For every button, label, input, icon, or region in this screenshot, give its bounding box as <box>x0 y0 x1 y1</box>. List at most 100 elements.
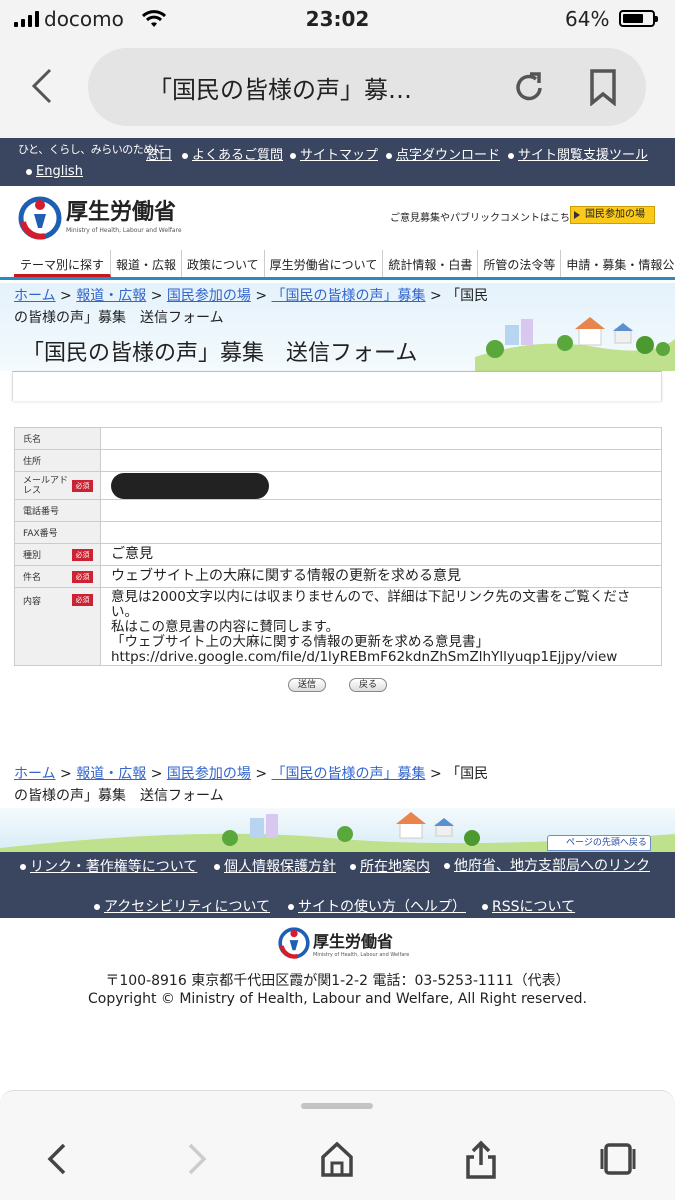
tagline: ひと、くらし、みらいのために <box>18 143 165 156</box>
form-row-phone: 電話番号 <box>14 499 662 522</box>
bullet-icon <box>288 904 294 910</box>
tab-title: 「国民の皆様の声」募… <box>148 76 412 104</box>
subject-field[interactable]: ウェブサイト上の大麻に関する情報の更新を求める意見 <box>100 565 662 588</box>
footer-link-privacy[interactable]: 個人情報保護方針 <box>214 856 336 876</box>
breadcrumb-home[interactable]: ホーム <box>14 288 56 304</box>
home-icon[interactable] <box>320 1139 354 1179</box>
address-field[interactable] <box>100 449 662 472</box>
back-arrow-icon[interactable] <box>44 1139 70 1179</box>
bullet-icon <box>444 863 450 869</box>
bullet-icon <box>94 904 100 910</box>
field-label: 種別 <box>23 551 42 561</box>
field-label: 内容 <box>23 597 42 607</box>
breadcrumb-current: 「国民 <box>446 766 489 782</box>
global-nav: テーマ別に探す 報道・広報 政策について 厚生労働省について 統計情報・白書 所… <box>0 250 675 280</box>
footer-nav: リンク・著作権等について 個人情報保護方針 所在地案内 他府省、地方支部局へのリ… <box>0 852 675 918</box>
content-field[interactable]: 意見は2000文字以内には収まりませんので、詳細は下記リンク先の文書をご覧くださ… <box>100 587 662 666</box>
footer-logo-english: Ministry of Health, Labour and Welfare <box>313 952 410 958</box>
battery-icon <box>619 10 658 27</box>
share-icon[interactable] <box>464 1139 498 1181</box>
nav-theme[interactable]: テーマ別に探す <box>14 250 112 277</box>
field-label-cell: メールアドレス 必須 <box>14 471 101 500</box>
email-field[interactable] <box>100 471 662 500</box>
footer-link-copyright[interactable]: リンク・著作権等について <box>20 856 197 876</box>
breadcrumb-participation[interactable]: 国民参加の場 <box>167 766 251 782</box>
submission-form: 氏名 住所 メールアドレス 必須 電話番号 FAX番号 種別 必須 ご意見 件名 必須… <box>14 427 662 666</box>
battery-percent: 64% <box>565 7 610 31</box>
town-illustration <box>475 317 675 371</box>
bullet-icon <box>508 152 514 159</box>
required-badge: 必須 <box>72 479 93 492</box>
form-row-content: 内容 必須 意見は2000文字以内には収まりませんので、詳細は下記リンク先の文書を… <box>14 587 662 666</box>
breadcrumb-press[interactable]: 報道・広報 <box>76 766 146 782</box>
back-button[interactable]: 戻る <box>349 678 387 692</box>
bullet-icon <box>350 864 356 870</box>
redaction-mark <box>111 472 269 499</box>
participation-button[interactable]: 国民参加の場 <box>570 206 655 224</box>
content-frame <box>12 371 662 401</box>
drag-handle[interactable] <box>301 1103 373 1109</box>
address-bar[interactable]: 「国民の皆様の声」募… <box>88 48 646 126</box>
tabs-icon[interactable] <box>598 1139 638 1179</box>
breadcrumb-voice[interactable]: 「国民の皆様の声」募集 <box>272 288 426 304</box>
footer-link-help[interactable]: サイトの使い方（ヘルプ） <box>288 896 466 916</box>
breadcrumb-bottom: ホーム > 報道・広報 > 国民参加の場 > 「国民の皆様の声」募集 > 「国民… <box>14 766 489 804</box>
content-line: 私はこの意見書の内容に賛同します。 <box>111 619 340 635</box>
name-field[interactable] <box>100 427 662 450</box>
fax-field[interactable] <box>100 521 662 544</box>
breadcrumb-home[interactable]: ホーム <box>14 766 56 782</box>
site-header: 厚生労働省 Ministry of Health, Labour and Wel… <box>0 186 675 248</box>
field-label-cell: 種別 必須 <box>14 543 101 566</box>
breadcrumb-current-cont: の皆様の声」募集 送信フォーム <box>14 788 224 804</box>
footer-link-location[interactable]: 所在地案内 <box>350 856 430 876</box>
field-label: FAX番号 <box>14 521 101 544</box>
nav-press[interactable]: 報道・広報 <box>111 250 183 277</box>
footer-link-accessibility[interactable]: アクセシビリティについて <box>94 896 270 916</box>
utility-nav: ひと、くらし、みらいのために 窓口 よくあるご質問 サイトマップ 点字ダウンロー… <box>0 138 675 186</box>
back-chevron-icon[interactable] <box>28 66 58 106</box>
bullet-icon <box>290 152 296 159</box>
logo-name: 厚生労働省 <box>66 200 177 225</box>
field-label-cell: 件名 必須 <box>14 565 101 588</box>
field-label: 住所 <box>14 449 101 472</box>
bookmark-icon[interactable] <box>588 68 618 106</box>
forward-arrow-icon[interactable] <box>184 1139 210 1179</box>
bullet-icon <box>482 904 488 910</box>
breadcrumb-voice[interactable]: 「国民の皆様の声」募集 <box>272 766 426 782</box>
breadcrumb-press[interactable]: 報道・広報 <box>76 288 146 304</box>
nav-about[interactable]: 厚生労働省について <box>265 250 384 277</box>
nav-applications[interactable]: 申請・募集・情報公開 <box>561 250 675 277</box>
link-sitemap[interactable]: サイトマップ <box>290 144 378 163</box>
reload-icon[interactable] <box>512 68 546 106</box>
link-madoguchi[interactable]: 窓口 <box>146 144 172 163</box>
footer-logo-name: 厚生労働省 <box>313 932 394 951</box>
form-row-name: 氏名 <box>14 427 662 450</box>
mhlw-logo[interactable]: 厚生労働省 Ministry of Health, Labour and Wel… <box>18 196 182 240</box>
phone-field[interactable] <box>100 499 662 522</box>
field-label: メールアドレス <box>23 475 69 496</box>
type-field[interactable]: ご意見 <box>100 543 662 566</box>
footer-copyright: Copyright © Ministry of Health, Labour a… <box>88 991 587 1007</box>
form-row-email: メールアドレス 必須 <box>14 471 662 500</box>
breadcrumb: ホーム > 報道・広報 > 国民参加の場 > 「国民の皆様の声」募集 > 「国民… <box>14 288 489 326</box>
back-to-top-link[interactable]: ページの先頭へ戻る <box>547 835 651 851</box>
link-english[interactable]: English <box>26 164 83 179</box>
field-label: 件名 <box>23 573 42 583</box>
logo-english: Ministry of Health, Labour and Welfare <box>66 227 182 234</box>
browser-bottom-toolbar <box>0 1090 675 1200</box>
breadcrumb-participation[interactable]: 国民参加の場 <box>167 288 251 304</box>
link-braille[interactable]: 点字ダウンロード <box>386 144 500 163</box>
breadcrumb-current: 「国民 <box>446 288 489 304</box>
required-badge: 必須 <box>72 548 93 561</box>
status-bar: docomo 23:02 64% <box>0 0 675 40</box>
link-accessibility-tool[interactable]: サイト閲覧支援ツール <box>508 144 648 163</box>
footer-link-other-ministries[interactable]: 他府省、地方支部局へのリンク <box>444 856 660 876</box>
footer-link-rss[interactable]: RSSについて <box>482 896 575 916</box>
nav-laws[interactable]: 所管の法令等 <box>478 250 562 277</box>
link-faq[interactable]: よくあるご質問 <box>182 144 283 163</box>
bullet-icon <box>20 864 26 870</box>
nav-statistics[interactable]: 統計情報・白書 <box>383 250 479 277</box>
nav-policy[interactable]: 政策について <box>182 250 265 277</box>
submit-button[interactable]: 送信 <box>288 678 326 692</box>
mhlw-emblem-icon <box>278 927 310 959</box>
